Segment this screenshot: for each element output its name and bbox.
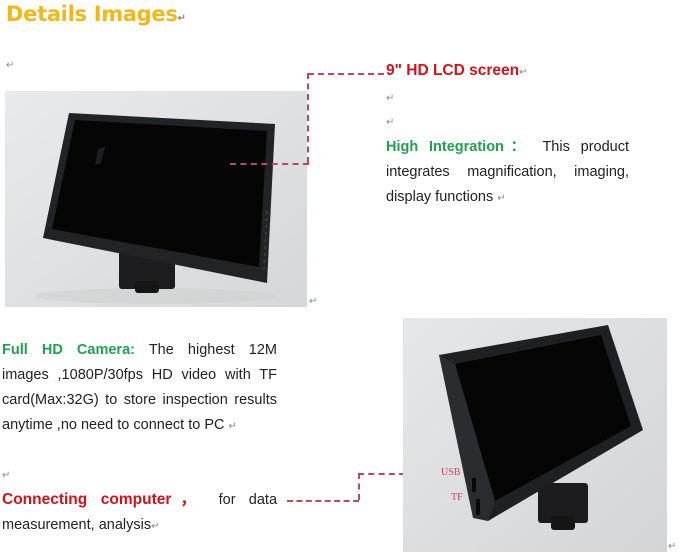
page-title: Details Images↵ [6, 2, 186, 26]
callout-connector [307, 73, 309, 163]
connecting-computer-paragraph: Connecting computer， for data measuremen… [2, 487, 277, 539]
feature-heading: Connecting computer， [2, 491, 206, 508]
paragraph-mark: ↵ [519, 67, 528, 78]
paragraph-mark: ↵ [177, 13, 186, 24]
paragraph-mark: ↵ [497, 193, 506, 204]
tf-port-label: TF [451, 492, 463, 503]
feature-heading: High Integration： [386, 139, 532, 155]
callout-connector [230, 163, 309, 165]
usb-port-label: USB [441, 467, 461, 478]
paragraph-mark: ↵ [6, 60, 15, 71]
callout-heading: 9" HD LCD screen [386, 62, 520, 79]
port-connector [287, 500, 359, 502]
callout-connector [308, 73, 384, 75]
paragraph-mark: ↵ [668, 541, 677, 552]
port-connector [358, 473, 360, 500]
lcd-screen-side-illustration [403, 318, 667, 552]
feature-heading: Full HD Camera: [2, 342, 135, 358]
title-text: Details Images [6, 2, 178, 26]
product-image-front [5, 91, 307, 307]
paragraph-mark: ↵ [386, 117, 395, 128]
lcd-screen-callout: 9" HD LCD screen↵ [386, 62, 528, 80]
paragraph-mark: ↵ [151, 521, 160, 532]
full-hd-camera-paragraph: Full HD Camera: The highest 12M images ,… [2, 338, 277, 439]
paragraph-mark: ↵ [228, 421, 237, 432]
paragraph-mark: ↵ [309, 296, 318, 307]
high-integration-paragraph: High Integration： This product integrate… [386, 135, 629, 211]
paragraph-mark: ↵ [386, 93, 395, 104]
lcd-screen-front-illustration [5, 91, 307, 307]
paragraph-mark: ↵ [2, 470, 11, 481]
product-image-side [403, 318, 667, 552]
